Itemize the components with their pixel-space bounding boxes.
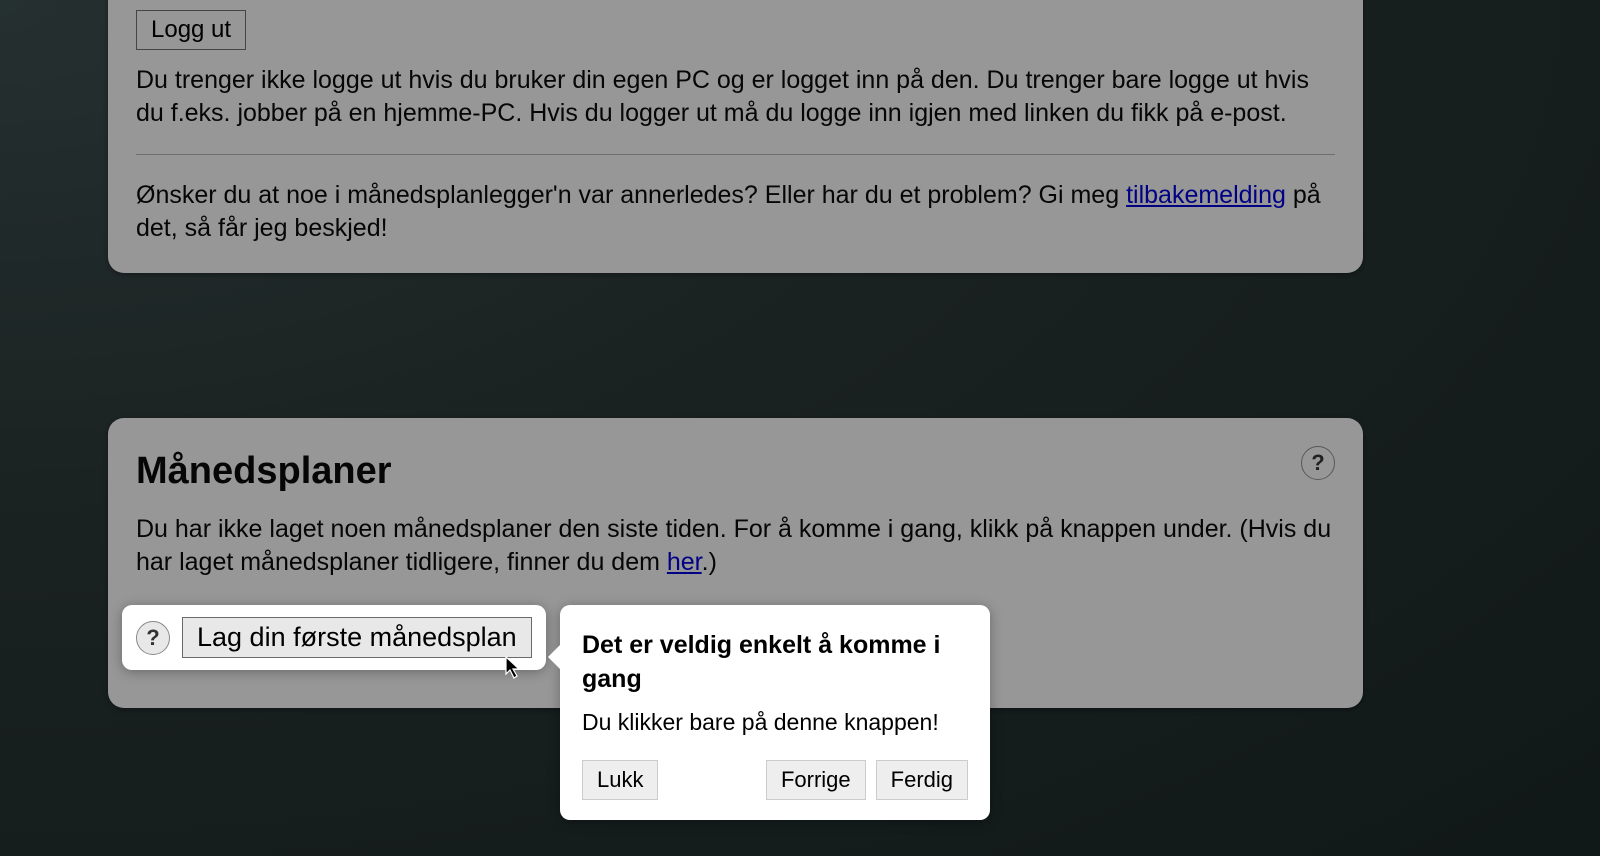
tour-prev-button[interactable]: Forrige [766,760,866,800]
intro-pre: Du har ikke laget noen månedsplaner den … [136,515,1331,576]
create-first-plan-button[interactable]: Lag din første månedsplan [182,617,532,658]
feedback-link[interactable]: tilbakemelding [1126,181,1286,209]
tour-highlight: ? Lag din første månedsplan [122,605,546,670]
divider [136,154,1335,155]
popover-body: Du klikker bare på denne knappen! [582,709,968,736]
logout-button[interactable]: Logg ut [136,10,246,50]
feedback-pre: Ønsker du at noe i månedsplanlegger'n va… [136,181,1126,209]
archive-link[interactable]: her [667,548,702,576]
monthly-plans-title: Månedsplaner [136,450,1335,493]
inline-help-icon[interactable]: ? [136,621,170,655]
tour-popover: Det er veldig enkelt å komme i gang Du k… [560,605,990,820]
popover-title: Det er veldig enkelt å komme i gang [582,629,968,697]
popover-actions: Lukk Forrige Ferdig [582,760,968,800]
feedback-text: Ønsker du at noe i månedsplanlegger'n va… [136,179,1335,245]
monthly-plans-intro: Du har ikke laget noen månedsplaner den … [136,513,1335,579]
intro-post: .) [702,548,717,576]
tour-done-button[interactable]: Ferdig [876,760,968,800]
logout-card: Logg ut Du trenger ikke logge ut hvis du… [108,0,1363,273]
tour-close-button[interactable]: Lukk [582,760,658,800]
spacer [668,760,755,800]
logout-info-text: Du trenger ikke logge ut hvis du bruker … [136,64,1335,130]
help-icon[interactable]: ? [1301,446,1335,480]
